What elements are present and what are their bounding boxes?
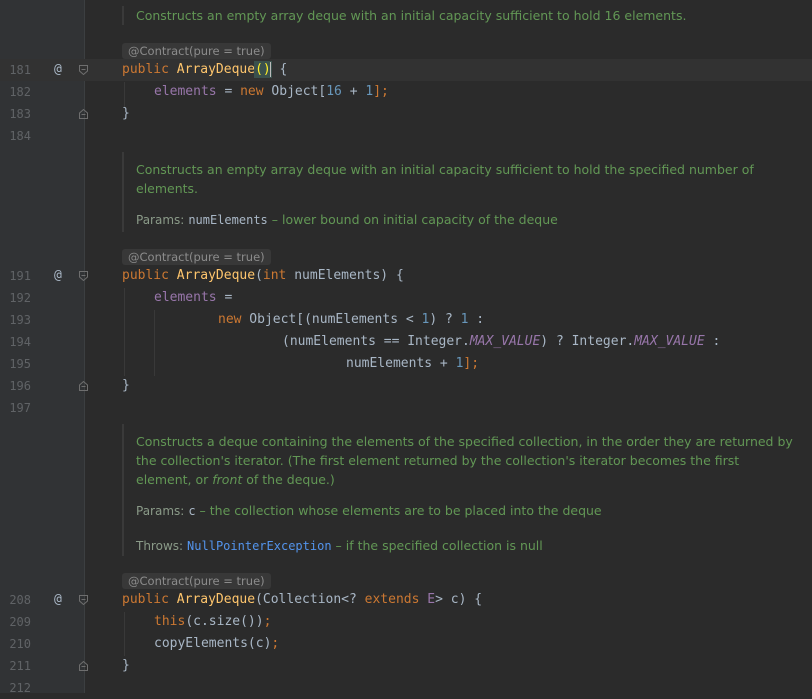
fold-marker-icon[interactable] — [79, 595, 88, 605]
javadoc-block: Constructs an empty array deque with an … — [122, 6, 796, 25]
override-annotation-icon[interactable]: @ — [54, 265, 62, 287]
code-line[interactable]: 191 @ public ArrayDeque(int numElements)… — [0, 265, 812, 287]
javadoc-text: Constructs an empty array deque with an … — [136, 8, 687, 23]
fold-end-marker-icon[interactable] — [79, 381, 88, 391]
code-line[interactable]: 211 } — [0, 655, 812, 677]
javadoc-params: Params: c – the collection whose element… — [136, 501, 796, 521]
fold-marker-icon[interactable] — [79, 271, 88, 281]
code-text[interactable]: elements = new Object[16 + 1]; — [154, 81, 389, 103]
line-number[interactable]: 191 — [0, 265, 31, 287]
code-line[interactable]: 194 (numElements == Integer.MAX_VALUE) ?… — [0, 331, 812, 353]
fold-end-marker-icon[interactable] — [79, 661, 88, 671]
javadoc-text: Constructs a deque containing the elemen… — [136, 434, 793, 487]
contract-inlay-hint[interactable]: @Contract(pure = true) — [122, 249, 271, 265]
code-line[interactable]: 183 } — [0, 103, 812, 125]
code-text[interactable]: new Object[(numElements < 1) ? 1 : — [218, 309, 484, 331]
params-label: Params: — [136, 504, 185, 518]
code-line[interactable]: 184 — [0, 125, 812, 147]
javadoc-text: Constructs an empty array deque with an … — [136, 162, 754, 196]
javadoc-block: Constructs an empty array deque with an … — [122, 152, 796, 232]
code-text[interactable]: this(c.size()); — [154, 611, 271, 633]
exception-link[interactable]: NullPointerException — [187, 539, 332, 553]
line-number[interactable]: 195 — [0, 353, 31, 375]
javadoc-throws: Throws: NullPointerException – if the sp… — [136, 536, 796, 556]
param-description: – the collection whose elements are to b… — [199, 503, 602, 518]
line-number[interactable]: 194 — [0, 331, 31, 353]
fold-marker-icon[interactable] — [79, 65, 88, 75]
line-number[interactable]: 211 — [0, 655, 31, 677]
code-text[interactable]: numElements + 1]; — [346, 353, 479, 375]
line-number[interactable]: 184 — [0, 125, 31, 147]
code-line[interactable]: 212 — [0, 677, 812, 699]
line-number[interactable]: 196 — [0, 375, 31, 397]
code-line[interactable]: 210 copyElements(c); — [0, 633, 812, 655]
code-line[interactable]: 197 — [0, 397, 812, 419]
javadoc-params: Params: numElements – lower bound on ini… — [136, 210, 796, 230]
param-description: – lower bound on initial capacity of the… — [271, 212, 558, 227]
throws-label: Throws: — [136, 539, 184, 553]
line-number[interactable]: 212 — [0, 677, 31, 699]
code-line[interactable]: 193 new Object[(numElements < 1) ? 1 : — [0, 309, 812, 331]
throws-description: – if the specified collection is null — [335, 538, 543, 553]
contract-inlay-hint[interactable]: @Contract(pure = true) — [122, 43, 271, 59]
contract-inlay-hint[interactable]: @Contract(pure = true) — [122, 573, 271, 589]
javadoc-block: Constructs a deque containing the elemen… — [122, 424, 796, 556]
code-line[interactable]: 195 numElements + 1]; — [0, 353, 812, 375]
line-number[interactable]: 193 — [0, 309, 31, 331]
params-label: Params: — [136, 213, 185, 227]
override-annotation-icon[interactable]: @ — [54, 59, 62, 81]
line-number[interactable]: 183 — [0, 103, 31, 125]
code-line[interactable]: 192 elements = — [0, 287, 812, 309]
code-line[interactable]: 209 this(c.size()); — [0, 611, 812, 633]
fold-end-marker-icon[interactable] — [79, 109, 88, 119]
line-number[interactable]: 210 — [0, 633, 31, 655]
override-annotation-icon[interactable]: @ — [54, 589, 62, 611]
line-number[interactable]: 192 — [0, 287, 31, 309]
line-number[interactable]: 181 — [0, 59, 31, 81]
param-name: numElements — [188, 213, 268, 227]
code-text[interactable]: public ArrayDeque() { — [122, 59, 287, 81]
line-number[interactable]: 209 — [0, 611, 31, 633]
param-name: c — [188, 504, 196, 518]
code-line[interactable]: 196 } — [0, 375, 812, 397]
line-number[interactable]: 182 — [0, 81, 31, 103]
code-text[interactable]: elements = — [154, 287, 232, 309]
code-line[interactable]: 182 elements = new Object[16 + 1]; — [0, 81, 812, 103]
code-text[interactable]: public ArrayDeque(int numElements) { — [122, 265, 404, 287]
code-line[interactable]: 208 @ public ArrayDeque(Collection<? ext… — [0, 589, 812, 611]
code-text[interactable]: } — [122, 375, 130, 397]
code-text[interactable]: (numElements == Integer.MAX_VALUE) ? Int… — [282, 331, 720, 353]
code-text[interactable]: public ArrayDeque(Collection<? extends E… — [122, 589, 482, 611]
code-text[interactable]: } — [122, 655, 130, 677]
line-number[interactable]: 197 — [0, 397, 31, 419]
line-number[interactable]: 208 — [0, 589, 31, 611]
code-line[interactable]: 181 @ public ArrayDeque() { — [0, 59, 812, 81]
code-text[interactable]: copyElements(c); — [154, 633, 279, 655]
code-text[interactable]: } — [122, 103, 130, 125]
